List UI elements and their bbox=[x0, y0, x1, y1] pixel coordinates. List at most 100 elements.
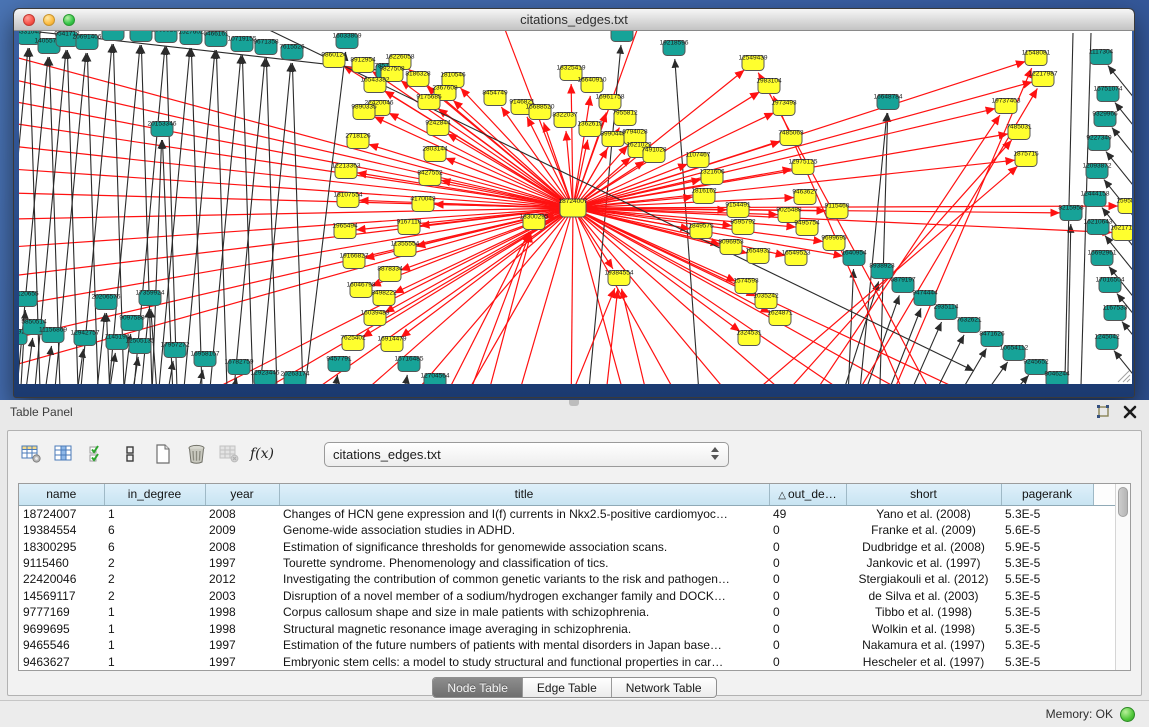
table-cell[interactable]: Stergiakouli et al. (2012) bbox=[846, 571, 1001, 587]
new-table-icon[interactable] bbox=[150, 440, 176, 468]
table-cell[interactable]: 9115460 bbox=[19, 555, 104, 571]
table-cell[interactable]: 1 bbox=[104, 621, 205, 637]
column-header-name[interactable]: name bbox=[19, 484, 104, 505]
window-titlebar[interactable]: citations_edges.txt bbox=[14, 9, 1134, 31]
table-cell[interactable]: 9699695 bbox=[19, 621, 104, 637]
tab-network-table[interactable]: Network Table bbox=[612, 678, 716, 697]
show-columns-icon[interactable] bbox=[51, 440, 77, 468]
table-cell[interactable]: 49 bbox=[769, 505, 846, 522]
table-mode-icon[interactable] bbox=[18, 440, 44, 468]
column-header-out_de[interactable]: △out_de… bbox=[769, 484, 846, 505]
table-row[interactable]: 946362711997Embryonic stem cells: a mode… bbox=[19, 653, 1115, 670]
graph-edge[interactable] bbox=[921, 335, 964, 384]
table-cell[interactable]: Structural magnetic resonance image aver… bbox=[279, 621, 769, 637]
network-view-window[interactable]: citations_edges.txt 83310451405571495417… bbox=[13, 8, 1135, 398]
table-cell[interactable]: Genome-wide association studies in ADHD. bbox=[279, 522, 769, 538]
vertical-scrollbar[interactable] bbox=[1115, 484, 1130, 670]
table-cell[interactable]: 19384554 bbox=[19, 522, 104, 538]
tab-edge-table[interactable]: Edge Table bbox=[523, 678, 612, 697]
table-cell[interactable]: Estimation of significance thresholds fo… bbox=[279, 538, 769, 554]
table-cell[interactable]: 0 bbox=[769, 538, 846, 554]
float-panel-icon[interactable] bbox=[1095, 404, 1111, 420]
column-header-in_degree[interactable]: in_degree bbox=[104, 484, 205, 505]
table-cell[interactable]: Jankovic et al. (1997) bbox=[846, 555, 1001, 571]
table-cell[interactable]: 2 bbox=[104, 588, 205, 604]
table-cell[interactable]: 5.3E-5 bbox=[1001, 555, 1093, 571]
function-builder-icon[interactable]: f(x) bbox=[249, 440, 275, 468]
graph-node[interactable] bbox=[611, 31, 633, 42]
table-cell[interactable]: 9465546 bbox=[19, 637, 104, 653]
table-cell[interactable]: 6 bbox=[104, 522, 205, 538]
table-cell[interactable]: 1998 bbox=[205, 621, 279, 637]
table-cell[interactable]: 1 bbox=[104, 653, 205, 670]
table-cell[interactable]: Investigating the contribution of common… bbox=[279, 571, 769, 587]
table-cell[interactable]: 0 bbox=[769, 604, 846, 620]
zoom-window-button[interactable] bbox=[63, 14, 75, 26]
table-cell[interactable]: Disruption of a novel member of a sodium… bbox=[279, 588, 769, 604]
table-cell[interactable]: 5.3E-5 bbox=[1001, 604, 1093, 620]
table-cell[interactable]: Embryonic stem cells: a model to study s… bbox=[279, 653, 769, 670]
tab-node-table[interactable]: Node Table bbox=[433, 678, 523, 697]
graph-node[interactable] bbox=[130, 31, 152, 42]
graph-edge[interactable] bbox=[1115, 103, 1132, 146]
table-cell[interactable]: 5.5E-5 bbox=[1001, 571, 1093, 587]
table-cell[interactable]: 1 bbox=[104, 505, 205, 522]
network-canvas[interactable]: 8331045140557149541712206914062043778410… bbox=[19, 31, 1132, 384]
table-row[interactable]: 2242004622012Investigating the contribut… bbox=[19, 571, 1115, 587]
table-cell[interactable]: 0 bbox=[769, 621, 846, 637]
close-panel-icon[interactable] bbox=[1123, 405, 1137, 419]
delete-table-icon[interactable] bbox=[183, 440, 209, 468]
graph-node[interactable] bbox=[102, 31, 124, 41]
column-header-title[interactable]: title bbox=[279, 484, 769, 505]
table-cell[interactable]: Hescheler et al. (1997) bbox=[846, 653, 1001, 670]
graph-edge[interactable] bbox=[571, 208, 573, 384]
table-cell[interactable]: 1997 bbox=[205, 637, 279, 653]
table-cell[interactable]: 18724007 bbox=[19, 505, 104, 522]
graph-edge[interactable] bbox=[166, 46, 178, 384]
table-cell[interactable]: 0 bbox=[769, 571, 846, 587]
table-cell[interactable]: 18300295 bbox=[19, 538, 104, 554]
graph-edge[interactable] bbox=[257, 63, 291, 384]
table-cell[interactable]: 2009 bbox=[205, 522, 279, 538]
graph-edge[interactable] bbox=[401, 208, 573, 337]
graph-edge[interactable] bbox=[242, 55, 254, 384]
table-row[interactable]: 1872400712008Changes of HCN gene express… bbox=[19, 505, 1115, 522]
table-row[interactable]: 1938455462009Genome-wide association stu… bbox=[19, 522, 1115, 538]
select-columns-icon[interactable] bbox=[84, 440, 110, 468]
graph-edge[interactable] bbox=[451, 208, 573, 384]
table-cell[interactable]: Tourette syndrome. Phenomenology and cla… bbox=[279, 555, 769, 571]
canvas-resize-grip[interactable] bbox=[1117, 369, 1131, 383]
scrollbar-thumb[interactable] bbox=[1118, 487, 1128, 517]
table-cell[interactable]: 5.3E-5 bbox=[1001, 637, 1093, 653]
table-row[interactable]: 977716911998Corpus callosum shape and si… bbox=[19, 604, 1115, 620]
graph-edge[interactable] bbox=[181, 50, 215, 384]
graph-edge[interactable] bbox=[603, 289, 618, 384]
table-cell[interactable]: 6 bbox=[104, 538, 205, 554]
table-cell[interactable]: 0 bbox=[769, 588, 846, 604]
table-cell[interactable]: Tibbo et al. (1998) bbox=[846, 604, 1001, 620]
table-row[interactable]: 969969511998Structural magnetic resonanc… bbox=[19, 621, 1115, 637]
graph-edge[interactable] bbox=[561, 288, 615, 384]
table-cell[interactable]: Estimation of the future numbers of pati… bbox=[279, 637, 769, 653]
table-cell[interactable]: 5.3E-5 bbox=[1001, 588, 1093, 604]
table-cell[interactable]: 14569117 bbox=[19, 588, 104, 604]
table-cell[interactable]: Wolkin et al. (1998) bbox=[846, 621, 1001, 637]
table-cell[interactable]: 9463627 bbox=[19, 653, 104, 670]
table-cell[interactable]: 0 bbox=[769, 653, 846, 670]
row-height-icon[interactable] bbox=[117, 440, 143, 468]
table-cell[interactable]: 0 bbox=[769, 637, 846, 653]
table-cell[interactable]: de Silva et al. (2003) bbox=[846, 588, 1001, 604]
table-cell[interactable]: 9777169 bbox=[19, 604, 104, 620]
table-cell[interactable]: 5.3E-5 bbox=[1001, 653, 1093, 670]
graph-edge[interactable] bbox=[292, 63, 304, 384]
graph-edge[interactable] bbox=[1106, 152, 1132, 195]
table-cell[interactable]: 5.3E-5 bbox=[1001, 621, 1093, 637]
table-cell[interactable]: Corpus callosum shape and size in male p… bbox=[279, 604, 769, 620]
graph-edge[interactable] bbox=[1112, 128, 1132, 171]
table-cell[interactable]: 0 bbox=[769, 522, 846, 538]
table-cell[interactable]: 2008 bbox=[205, 505, 279, 522]
table-row[interactable]: 946554611997Estimation of the future num… bbox=[19, 637, 1115, 653]
table-cell[interactable]: Franke et al. (2009) bbox=[846, 522, 1001, 538]
split-pane-handle[interactable] bbox=[569, 400, 579, 406]
table-cell[interactable]: 1998 bbox=[205, 604, 279, 620]
